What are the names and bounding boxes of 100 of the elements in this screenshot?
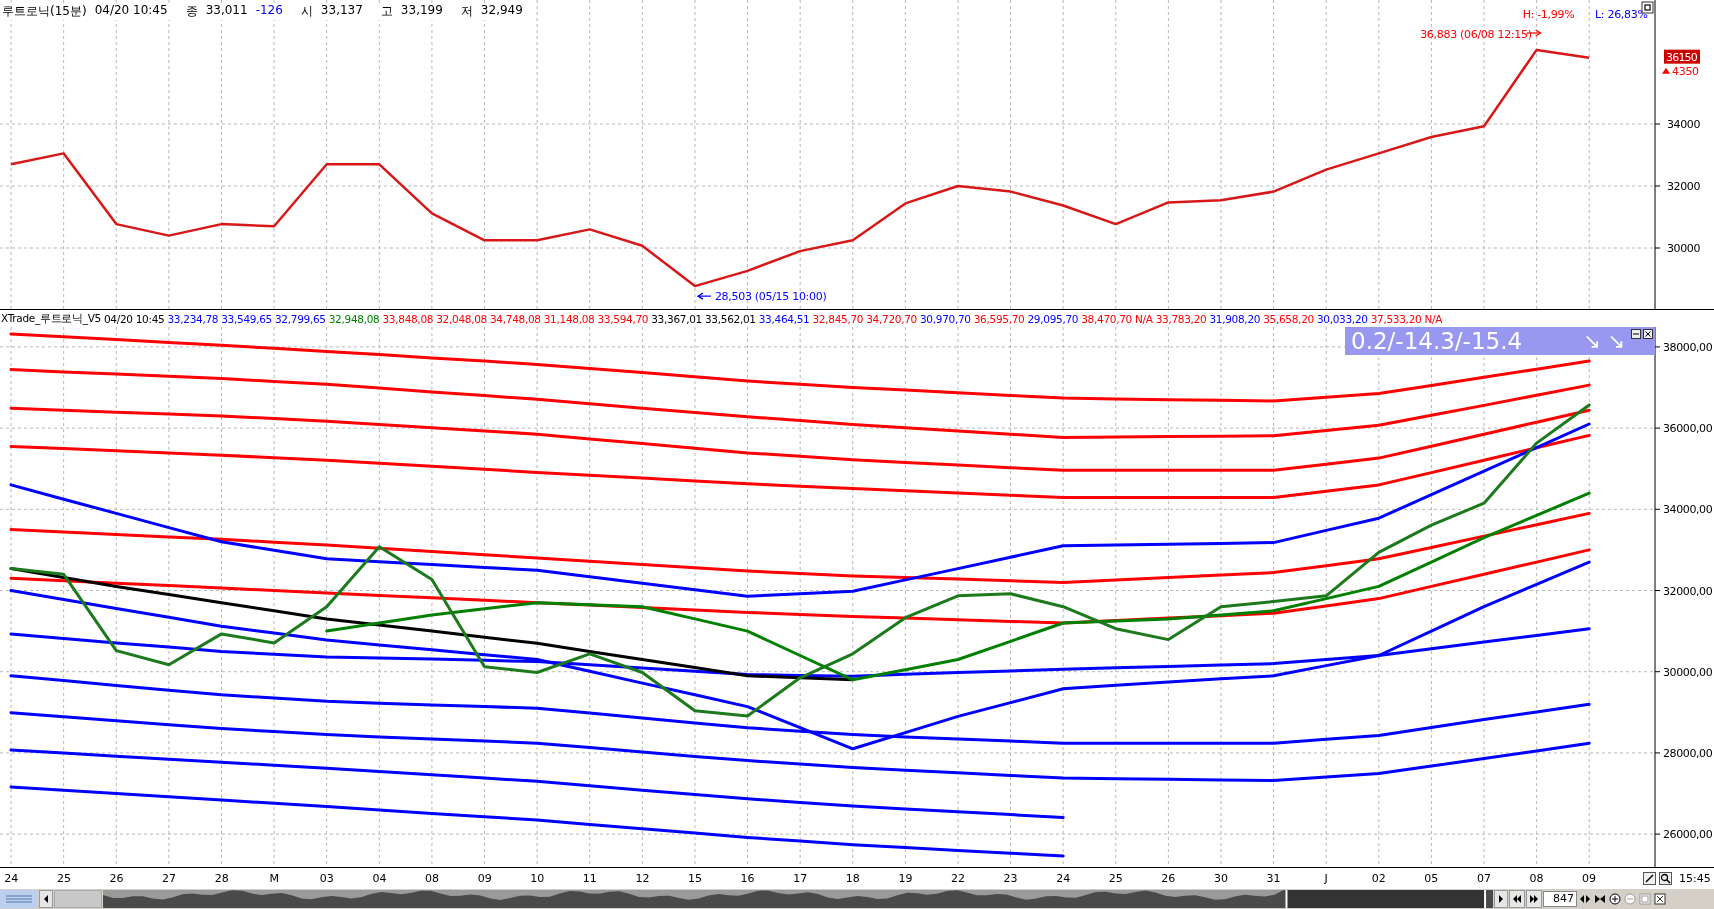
- overview-drawing[interactable]: [103, 890, 1493, 908]
- axis-label: 28000,00: [1663, 746, 1713, 760]
- low-price-label: 28,503 (05/15 10:00): [714, 290, 827, 304]
- indicator-value: 32,799,65: [275, 312, 326, 325]
- quote-value: 32,949: [480, 3, 523, 19]
- date-label: 23: [1003, 872, 1018, 885]
- quote-label: 종: [185, 3, 198, 20]
- date-label: 05: [1424, 872, 1439, 885]
- indicator-value: 31,148,08: [543, 312, 595, 325]
- quote-value: 33,199: [400, 3, 443, 19]
- time-label: 15:45: [1679, 872, 1711, 885]
- date-label: 28: [214, 872, 229, 885]
- date-label: 17: [793, 872, 808, 885]
- date-label: 25: [1108, 872, 1123, 885]
- last-price-tag: 36150: [1664, 49, 1700, 64]
- axis-label: 34000,00: [1663, 503, 1713, 517]
- indicator-value: 31,908,20: [1209, 312, 1261, 325]
- arrow-icon: [696, 292, 712, 300]
- axis-label: 30000,00: [1663, 665, 1713, 679]
- scroll-left-icon[interactable]: [39, 890, 53, 908]
- indicator-value: 33,464,51: [758, 312, 810, 325]
- indicator-value: 34,748,08: [490, 312, 541, 325]
- axis-label: 32000,00: [1663, 584, 1713, 598]
- close-icon[interactable]: [1653, 890, 1667, 908]
- low-percent-label: L: 26,83%: [1595, 8, 1648, 21]
- signal-value: 0.2/-14.3/-15.4: [1351, 328, 1523, 354]
- date-label: 26: [1161, 872, 1176, 885]
- indicator-value: 30,033,20: [1316, 312, 1368, 325]
- up-triangle-icon: [1662, 67, 1670, 74]
- indicator-datetime: 04/20 10:45: [103, 312, 165, 325]
- scroll-right-icon[interactable]: [1494, 890, 1508, 908]
- fast-forward-icon[interactable]: [1526, 890, 1542, 908]
- high-percent-label: H: -1,99%: [1522, 8, 1575, 21]
- indicator-value: 33,367,01: [651, 312, 702, 325]
- date-label: 24: [4, 872, 19, 885]
- zoom-in-icon[interactable]: [1608, 890, 1622, 908]
- quote-value: 33,137: [320, 3, 363, 19]
- date-label: 07: [1476, 872, 1491, 885]
- date-label: 22: [951, 872, 965, 885]
- price-change-label: 4350: [1672, 64, 1699, 78]
- indicator-value: 33,562,01: [705, 312, 756, 325]
- indicator-value: 29,095,70: [1027, 312, 1079, 325]
- indicator-value: 37,533,20: [1370, 312, 1422, 325]
- indicator-value: 33,234,78: [167, 312, 219, 325]
- date-label: 04: [372, 872, 387, 885]
- indicator-value: 38,470,70: [1081, 312, 1132, 325]
- axis-label: 34000: [1667, 118, 1700, 131]
- axis-label: 30000: [1667, 242, 1700, 255]
- indicator-value: 33,549,65: [221, 312, 272, 325]
- date-label: 16: [740, 872, 755, 885]
- axis-label: 26000,00: [1663, 828, 1713, 842]
- axis-label: 38000,00: [1663, 340, 1713, 354]
- date-label: 08: [1529, 872, 1544, 885]
- quote-label: 저: [460, 3, 473, 20]
- signal-arrows: ↘ ↘: [1583, 329, 1625, 353]
- date-label: 09: [1582, 872, 1597, 885]
- bar-count-field[interactable]: 847: [1543, 891, 1577, 907]
- date-label: M: [269, 872, 279, 885]
- date-label: 15: [688, 872, 702, 885]
- indicator-value: 32,048,08: [436, 312, 487, 325]
- date-label: 27: [162, 872, 177, 885]
- indicator-value: N/A: [1424, 312, 1443, 325]
- date-label: 19: [898, 872, 913, 885]
- axis-label: 32000: [1667, 180, 1700, 193]
- close-icon[interactable]: [1643, 329, 1653, 339]
- indicator-value: 33,783,20: [1155, 312, 1207, 325]
- quote-value: 33,011: [205, 3, 248, 19]
- rewind-icon[interactable]: [1509, 890, 1525, 908]
- date-label: 10: [530, 872, 545, 885]
- date-label: 30: [1213, 872, 1228, 885]
- date-label: 02: [1371, 872, 1386, 885]
- chart-datetime: 04/20 10:45: [94, 3, 168, 19]
- indicator-value: 35,658,20: [1263, 312, 1314, 325]
- date-label: 24: [1056, 872, 1071, 885]
- date-label: 03: [319, 872, 334, 885]
- date-label: 08: [425, 872, 440, 885]
- date-label: 25: [56, 872, 71, 885]
- date-label: 31: [1266, 872, 1281, 885]
- date-label: 09: [477, 872, 492, 885]
- date-label: 11: [582, 872, 597, 885]
- axis-label: 36000,00: [1663, 422, 1713, 436]
- indicator-value: 34,720,70: [866, 312, 917, 325]
- date-label: J: [1324, 872, 1328, 885]
- indicator-value: N/A: [1135, 312, 1153, 325]
- high-price-label: 36,883 (06/08 12:15): [1420, 27, 1532, 41]
- indicator-value: 36,595,70: [973, 312, 1025, 325]
- chart-title: 루트로닉(15분): [2, 3, 87, 20]
- quote-label: 고: [380, 3, 393, 20]
- indicator-value: 33,848,08: [382, 312, 434, 325]
- pencil-icon[interactable]: [1643, 872, 1656, 885]
- indicator-value: 33,594,70: [597, 312, 649, 325]
- quote-label: 시: [300, 3, 313, 20]
- indicator-value: 32,948,08: [328, 312, 380, 325]
- scroll-thumb[interactable]: [54, 890, 102, 908]
- grip-icon[interactable]: [0, 890, 38, 908]
- indicator-value: 30,970,70: [920, 312, 971, 325]
- date-label: 18: [845, 872, 860, 885]
- minimize-icon[interactable]: [1631, 329, 1641, 339]
- search-icon[interactable]: [1659, 872, 1672, 885]
- indicator-title: XTrade_루트로닉_V5: [1, 311, 101, 326]
